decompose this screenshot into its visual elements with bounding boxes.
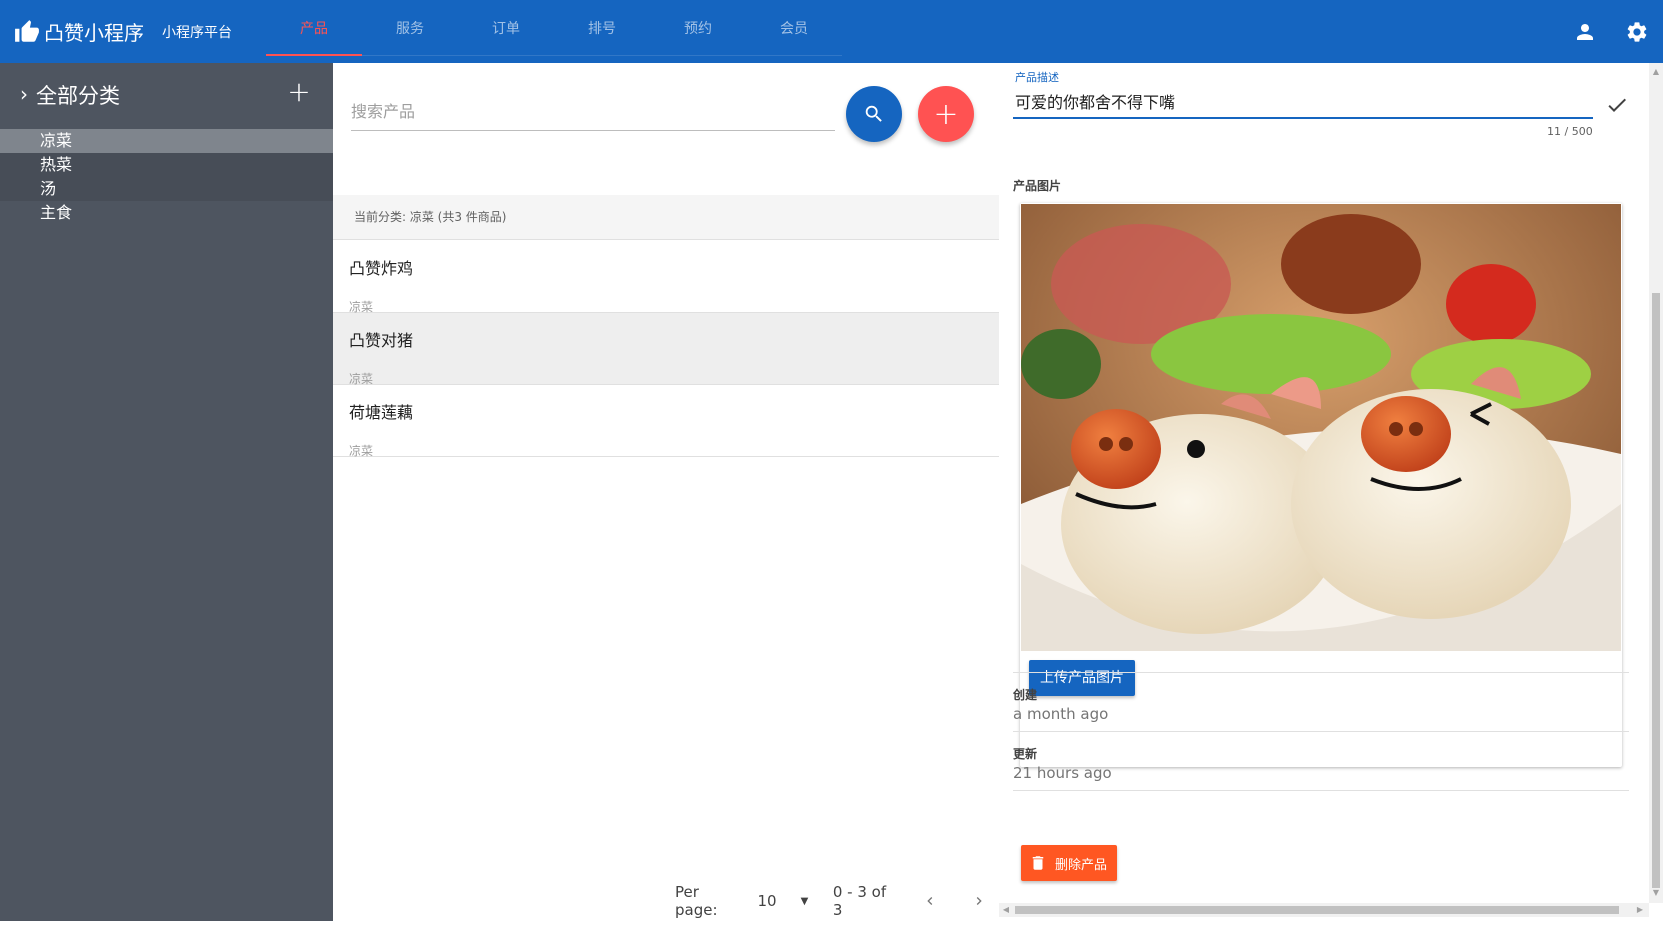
- updated-value: 21 hours ago: [1013, 764, 1112, 782]
- page-range: 0 - 3 of 3: [832, 883, 887, 919]
- description-label: 产品描述: [1015, 71, 1059, 84]
- delete-product-button[interactable]: 删除产品: [1021, 845, 1118, 881]
- chevron-right-icon: ›: [20, 82, 28, 106]
- tab-reservations[interactable]: 预约: [650, 0, 746, 56]
- search-input[interactable]: [351, 93, 835, 129]
- product-detail-panel: 产品描述 11 / 500 产品图片: [999, 63, 1663, 921]
- per-page-value: 10: [757, 892, 777, 910]
- tab-products[interactable]: 产品: [266, 0, 362, 56]
- current-category-header: 当前分类: 凉菜 (共3 件商品): [333, 195, 999, 240]
- tab-orders[interactable]: 订单: [458, 0, 554, 56]
- prev-page-button[interactable]: [910, 889, 950, 913]
- sidebar-item-staple[interactable]: 主食: [0, 201, 333, 225]
- bottom-strip: [0, 921, 1663, 937]
- product-category: 凉菜: [349, 300, 374, 314]
- account-button[interactable]: [1559, 0, 1611, 63]
- tab-members[interactable]: 会员: [746, 0, 842, 56]
- thumb-up-icon: [15, 19, 39, 42]
- app-subtitle: 小程序平台: [162, 24, 232, 41]
- next-page-button[interactable]: [959, 889, 999, 913]
- sidebar-title: 全部分类: [36, 84, 120, 108]
- settings-button[interactable]: [1611, 0, 1663, 63]
- add-product-button[interactable]: +: [918, 86, 974, 142]
- product-photo: [1021, 204, 1621, 651]
- account-icon: [1577, 23, 1593, 40]
- app-title: 凸赞小程序: [44, 21, 144, 45]
- scroll-left-icon[interactable]: ◀: [999, 903, 1013, 917]
- brand: 凸赞小程序 小程序平台: [14, 17, 232, 46]
- character-counter: 11 / 500: [1547, 125, 1593, 138]
- scroll-thumb[interactable]: [1015, 906, 1619, 914]
- created-label: 创建: [1013, 688, 1038, 702]
- per-page-select[interactable]: 10 ▼: [758, 892, 821, 910]
- sidebar-item-soup[interactable]: 汤: [0, 177, 333, 201]
- product-photo-image: [1021, 204, 1621, 651]
- product-row[interactable]: 凸赞炸鸡 凉菜: [333, 241, 999, 313]
- search-icon: [865, 105, 882, 122]
- save-description-button[interactable]: [1605, 93, 1629, 117]
- product-category: 凉菜: [349, 444, 374, 458]
- image-label: 产品图片: [1013, 179, 1062, 193]
- check-icon: [1608, 98, 1626, 112]
- trash-icon: [1032, 856, 1044, 870]
- divider: [1013, 731, 1629, 732]
- image-card: 上传产品图片: [1020, 203, 1622, 767]
- scroll-right-icon[interactable]: ▶: [1633, 903, 1647, 917]
- plus-icon: +: [933, 96, 959, 132]
- product-row[interactable]: 荷塘莲藕 凉菜: [333, 385, 999, 457]
- product-list-panel: + 当前分类: 凉菜 (共3 件商品) 凸赞炸鸡 凉菜 凸赞对猪 凉菜 荷塘莲藕…: [333, 63, 999, 921]
- vertical-scrollbar[interactable]: ▲ ▼: [1649, 63, 1663, 903]
- tab-services[interactable]: 服务: [362, 0, 458, 56]
- category-sidebar: › 全部分类 + 凉菜 热菜 汤 主食: [0, 63, 333, 921]
- app-bar: 凸赞小程序 小程序平台 产品 服务 订单 排号 预约 会员: [0, 0, 1663, 63]
- plus-icon: +: [287, 75, 311, 108]
- add-category-button[interactable]: +: [283, 77, 315, 109]
- product-row[interactable]: 凸赞对猪 凉菜: [333, 313, 999, 385]
- upload-image-button[interactable]: 上传产品图片: [1029, 660, 1135, 696]
- search-field: [351, 93, 835, 131]
- main-tabs: 产品 服务 订单 排号 预约 会员: [266, 0, 842, 56]
- tab-queue[interactable]: 排号: [554, 0, 650, 56]
- top-actions: [1559, 0, 1663, 63]
- sidebar-header[interactable]: › 全部分类 +: [0, 63, 333, 127]
- updated-label: 更新: [1013, 747, 1038, 761]
- divider: [1013, 790, 1629, 791]
- search-button[interactable]: [846, 86, 902, 142]
- pagination: Per page: 10 ▼ 0 - 3 of 3: [675, 883, 999, 919]
- scroll-thumb[interactable]: [1652, 293, 1660, 888]
- settings-icon: [1627, 21, 1647, 42]
- chevron-left-icon: [926, 897, 932, 905]
- delete-button-label: 删除产品: [1055, 857, 1108, 873]
- product-name: 凸赞炸鸡: [349, 259, 414, 278]
- product-category: 凉菜: [349, 372, 374, 386]
- category-list: 凉菜 热菜 汤 主食: [0, 129, 333, 225]
- per-page-label: Per page:: [675, 883, 718, 919]
- product-name: 荷塘莲藕: [349, 403, 414, 422]
- sidebar-item-hot-dishes[interactable]: 热菜: [0, 153, 333, 177]
- chevron-right-icon: [976, 897, 982, 905]
- description-field: [1013, 87, 1593, 119]
- divider: [1013, 672, 1629, 673]
- scroll-up-icon[interactable]: ▲: [1649, 65, 1663, 79]
- dropdown-arrow-icon: ▼: [800, 895, 809, 907]
- sidebar-item-cold-dishes[interactable]: 凉菜: [0, 129, 333, 153]
- description-input[interactable]: [1013, 87, 1593, 115]
- created-value: a month ago: [1013, 705, 1109, 723]
- product-list: 凸赞炸鸡 凉菜 凸赞对猪 凉菜 荷塘莲藕 凉菜: [333, 241, 999, 457]
- product-name: 凸赞对猪: [349, 331, 414, 350]
- horizontal-scrollbar[interactable]: ◀ ▶: [999, 903, 1649, 917]
- scroll-down-icon[interactable]: ▼: [1649, 886, 1663, 900]
